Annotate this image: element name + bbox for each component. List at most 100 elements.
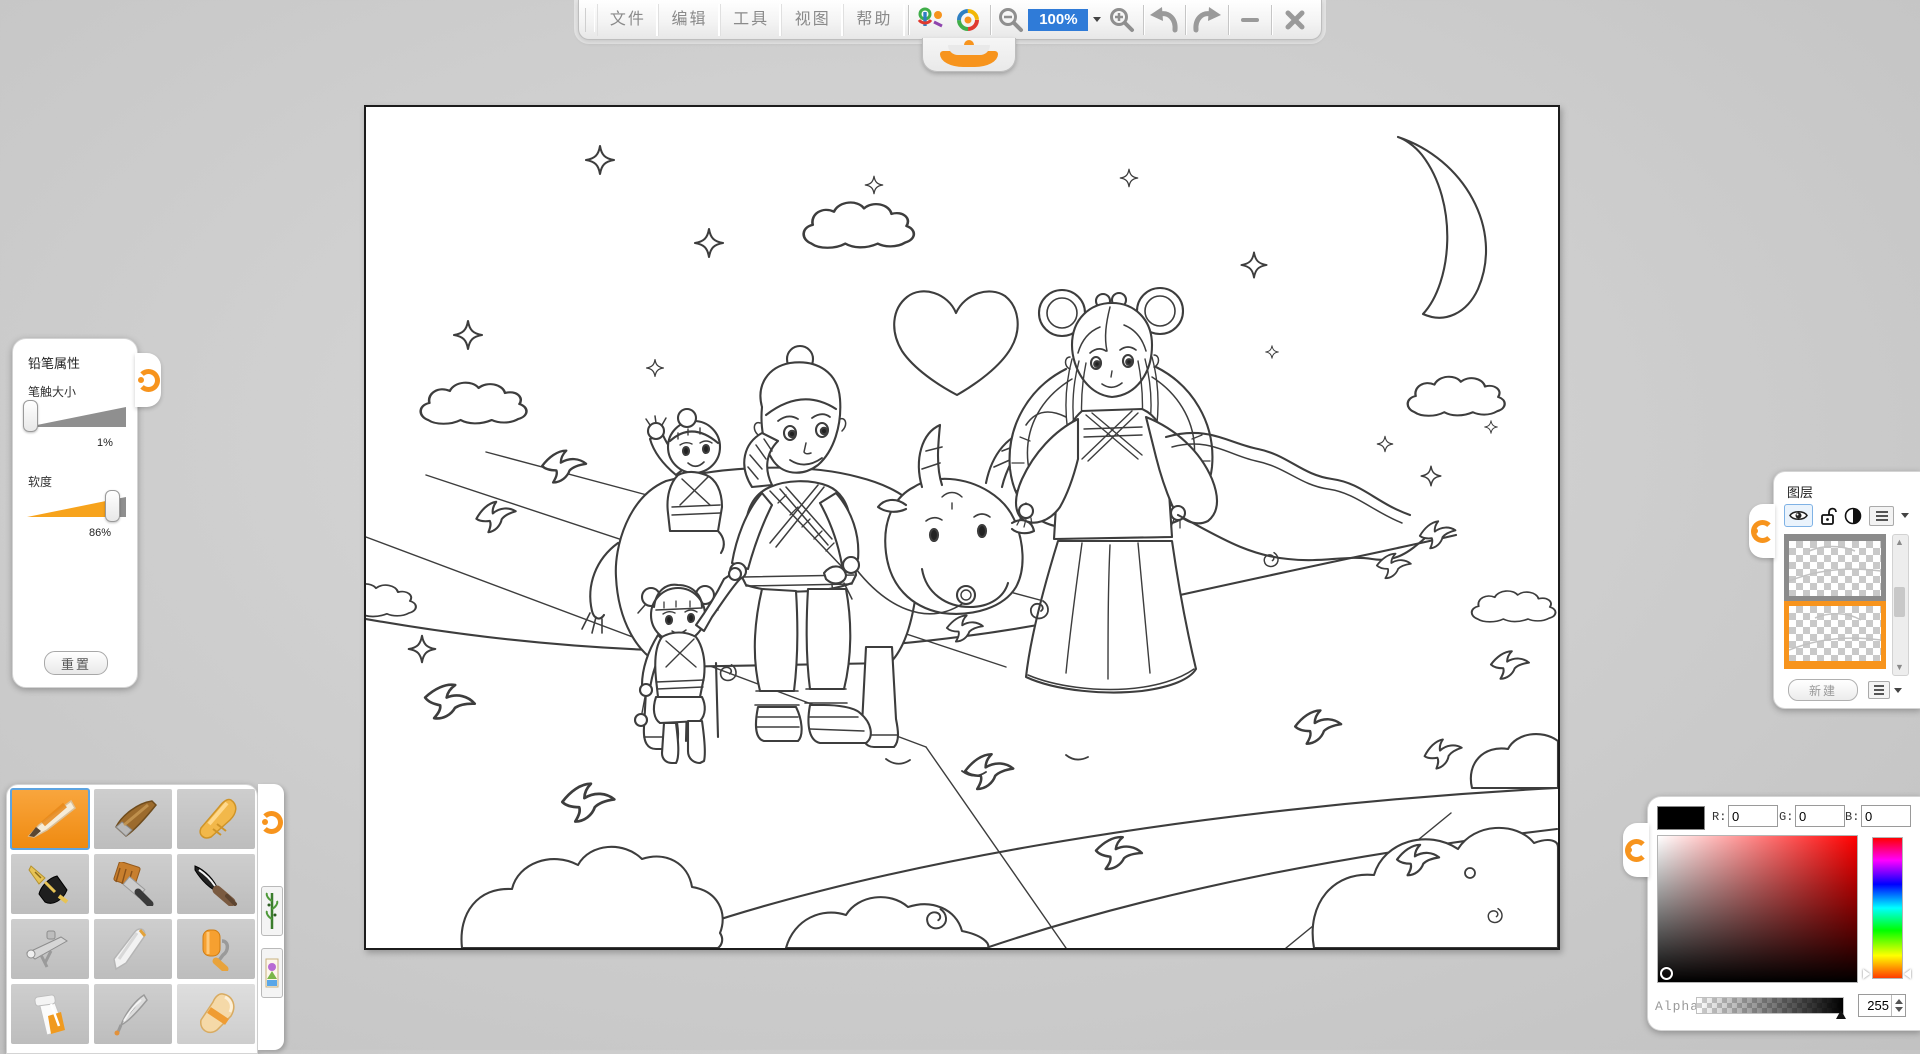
crescent-moon [1398, 137, 1486, 318]
softness-slider[interactable] [25, 491, 126, 523]
zoom-in-icon [1109, 7, 1135, 33]
bamboo-stamp-button[interactable] [261, 886, 283, 936]
layers-panel: 图层 [1773, 471, 1920, 709]
visibility-eye-icon [1789, 509, 1808, 522]
zoom-out-button[interactable] [994, 4, 1028, 36]
picture-stamp-button[interactable] [261, 948, 283, 998]
hue-slider[interactable] [1872, 837, 1903, 979]
fountain-pen-icon [21, 862, 79, 906]
layer-lock-button[interactable] [1820, 506, 1837, 525]
undo-icon [1147, 6, 1181, 34]
cowherd-man [730, 346, 871, 743]
heart-outline [894, 291, 1017, 395]
tool-palette [6, 784, 258, 1054]
saturation-value-picker[interactable] [1657, 835, 1858, 983]
brush-size-label: 笔触大小 [28, 383, 76, 400]
color-wheel-icon [953, 6, 983, 34]
handle-dot-icon [1752, 528, 1758, 534]
new-layer-button[interactable]: 新建 [1788, 679, 1858, 701]
layer-blend-menu-button[interactable] [1869, 506, 1894, 526]
tool-crayon[interactable] [177, 789, 255, 849]
menu-file[interactable]: 文件 [597, 4, 659, 36]
color-panel-collapse-handle[interactable] [1623, 823, 1649, 877]
separator [990, 5, 991, 35]
tool-eraser[interactable] [177, 984, 255, 1044]
softness-value: 86% [89, 527, 111, 539]
layer-thumbnail-top[interactable] [1784, 534, 1886, 601]
softness-slider-handle[interactable] [105, 490, 120, 522]
brush-size-value: 1% [97, 437, 113, 449]
tool-fountain-pen[interactable] [11, 854, 89, 914]
pencil-panel-collapse-handle[interactable] [135, 353, 161, 407]
brush-size-slider-handle[interactable] [23, 400, 38, 432]
scroll-down-icon[interactable]: ▼ [1895, 663, 1904, 672]
green-field[interactable] [1795, 805, 1845, 827]
drawing-canvas[interactable] [364, 105, 1560, 950]
chevron-down-icon[interactable] [1894, 688, 1902, 693]
separator [908, 5, 909, 35]
scroll-up-icon[interactable]: ▲ [1895, 538, 1904, 547]
layer-sketch-preview [1789, 541, 1881, 596]
tool-palette-side-strip [258, 784, 284, 1050]
zoom-level-display[interactable]: 100% [1028, 9, 1088, 31]
layers-menu-button[interactable] [1868, 681, 1890, 699]
chevron-down-icon [1093, 17, 1101, 22]
layer-visibility-button[interactable] [1784, 504, 1813, 527]
menu-tools[interactable]: 工具 [720, 4, 782, 36]
carving-knife-icon [104, 992, 162, 1036]
minimize-icon [1241, 18, 1259, 22]
tool-carving-knife[interactable] [94, 984, 172, 1044]
blue-field[interactable] [1861, 805, 1911, 827]
menu-view[interactable]: 视图 [781, 4, 843, 36]
red-field[interactable] [1728, 805, 1778, 827]
zoom-in-button[interactable] [1105, 4, 1139, 36]
alpha-label: Alpha [1655, 999, 1699, 1014]
softness-label: 软度 [28, 473, 52, 490]
alpha-field[interactable] [1859, 995, 1891, 1016]
menu-edit[interactable]: 编辑 [658, 4, 720, 36]
tool-paint-roller[interactable] [177, 919, 255, 979]
tool-paint-jar[interactable] [11, 984, 89, 1044]
alpha-spinner[interactable] [1891, 995, 1905, 1016]
picture-stamp-icon [265, 953, 279, 993]
tool-charcoal-pencil[interactable] [94, 789, 172, 849]
close-button[interactable] [1275, 4, 1315, 36]
color-wheel-button[interactable] [949, 4, 987, 36]
chevron-down-icon[interactable] [1901, 513, 1909, 518]
current-color-swatch[interactable] [1657, 806, 1705, 830]
undo-button[interactable] [1146, 4, 1182, 36]
green-label: G: [1779, 810, 1793, 824]
tool-palette-knife[interactable] [94, 919, 172, 979]
redo-button[interactable] [1189, 4, 1225, 36]
paint-face-icon [916, 6, 946, 34]
paint-roller-icon [187, 927, 245, 971]
toolbar-grip[interactable] [585, 8, 595, 32]
paint-face-button[interactable] [912, 4, 950, 36]
close-icon [1284, 9, 1306, 31]
tool-flat-brush[interactable] [94, 854, 172, 914]
tool-palette-collapse-handle[interactable] [258, 790, 284, 854]
layer-opacity-button[interactable] [1844, 507, 1862, 525]
paint-jar-icon [21, 992, 79, 1036]
reset-button[interactable]: 重置 [44, 651, 108, 675]
brush-size-slider[interactable] [25, 401, 126, 433]
charcoal-pencil-icon [104, 797, 162, 841]
scrollbar-thumb[interactable] [1894, 587, 1905, 617]
separator [1143, 5, 1144, 35]
layers-panel-collapse-handle[interactable] [1749, 504, 1775, 558]
alpha-slider[interactable] [1696, 997, 1844, 1014]
hue-marker-right[interactable] [1904, 969, 1911, 979]
tool-airbrush[interactable] [11, 919, 89, 979]
tool-ink-brush[interactable] [177, 854, 255, 914]
layer-thumbnail-bottom[interactable] [1784, 601, 1886, 669]
menu-help[interactable]: 帮助 [843, 4, 905, 36]
alpha-marker[interactable] [1836, 1010, 1846, 1019]
toolbar-clown-handle[interactable] [922, 38, 1016, 72]
layer-list-scrollbar[interactable]: ▲ ▼ [1892, 534, 1909, 676]
minimize-button[interactable] [1232, 4, 1268, 36]
hue-marker-left[interactable] [1863, 969, 1870, 979]
zoom-level-dropdown[interactable] [1088, 4, 1105, 36]
sv-cursor[interactable] [1660, 967, 1673, 980]
tool-pencil[interactable] [11, 789, 89, 849]
separator [1185, 5, 1186, 35]
